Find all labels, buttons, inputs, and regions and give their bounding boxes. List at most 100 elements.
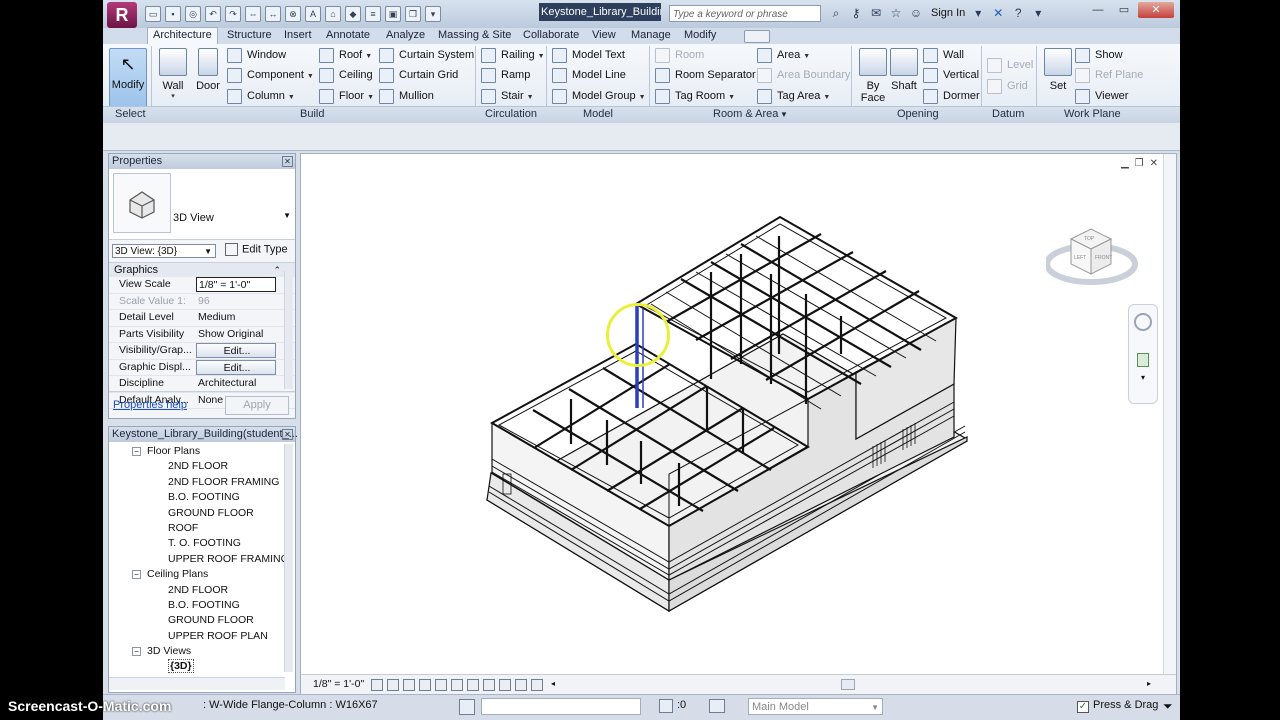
model-group-button[interactable]: Model Group ▼ — [552, 87, 646, 105]
browser-category[interactable]: −3D Views — [109, 644, 285, 659]
tab-structure[interactable]: Structure — [227, 28, 272, 44]
communication-icon[interactable]: ✉ — [869, 6, 883, 20]
grid-button[interactable]: Grid — [987, 77, 1028, 95]
chevron-down-icon[interactable]: ▼ — [780, 110, 788, 119]
browser-view-item[interactable]: {3D} — [109, 659, 285, 674]
ribbon-minimize-icon[interactable] — [744, 30, 770, 43]
tab-modify[interactable]: Modify — [684, 28, 716, 44]
favorites-icon[interactable]: ☆ — [889, 6, 903, 20]
collapse-toggle-icon[interactable]: − — [132, 569, 141, 579]
tag-area-button[interactable]: Tag Area ▼ — [757, 87, 830, 105]
chevron-down-icon[interactable]: ▼ — [283, 211, 291, 220]
close-icon[interactable]: ✕ — [282, 156, 293, 167]
save-icon[interactable]: ▪ — [165, 6, 181, 22]
tab-analyze[interactable]: Analyze — [386, 28, 425, 44]
browser-view-item[interactable]: UPPER ROOF PLAN — [109, 629, 285, 644]
ceiling-button[interactable]: Ceiling — [319, 66, 373, 84]
tab-manage[interactable]: Manage — [631, 28, 671, 44]
door-button[interactable]: Door — [189, 48, 227, 106]
worksets-icon[interactable] — [459, 699, 475, 715]
design-options-icon[interactable] — [709, 699, 725, 713]
collapse-toggle-icon[interactable]: − — [132, 446, 141, 456]
view-scale-label[interactable]: 1/8" = 1'-0" — [313, 678, 364, 690]
curtain-system-button[interactable]: Curtain System — [379, 46, 474, 64]
vertical-opening-button[interactable]: Vertical — [923, 66, 979, 84]
text-icon[interactable]: A — [305, 6, 321, 22]
temporary-hide-icon[interactable] — [483, 679, 495, 691]
browser-view-item[interactable]: 2ND FLOOR — [109, 583, 285, 598]
view-horizontal-scrollbar[interactable]: ◂ ▸ — [551, 679, 1151, 690]
component-button[interactable]: Component ▼ — [227, 66, 314, 84]
exchange-icon[interactable]: ✕ — [991, 6, 1005, 20]
dormer-button[interactable]: Dormer — [923, 87, 980, 105]
curtain-grid-button[interactable]: Curtain Grid — [379, 66, 458, 84]
properties-scrollbar[interactable] — [284, 271, 293, 389]
application-menu-button[interactable]: R — [107, 2, 137, 28]
sign-in-dropdown-icon[interactable]: ▾ — [971, 6, 985, 20]
type-selector[interactable]: 3D View ▼ — [109, 169, 295, 240]
user-icon[interactable]: ☺ — [909, 6, 923, 20]
model-text-button[interactable]: Model Text — [552, 46, 625, 64]
help-icon[interactable]: ? — [1011, 6, 1025, 20]
close-icon[interactable]: ✕ — [282, 429, 293, 440]
collapse-toggle-icon[interactable]: − — [132, 646, 141, 656]
select-panel-label[interactable]: Select — [115, 108, 146, 120]
column-button[interactable]: Column ▼ — [227, 87, 295, 105]
view-vertical-scrollbar[interactable] — [1163, 154, 1176, 674]
ramp-button[interactable]: Ramp — [481, 66, 530, 84]
tab-view[interactable]: View — [592, 28, 616, 44]
browser-scrollbar[interactable] — [284, 444, 293, 672]
room-button[interactable]: Room — [655, 46, 704, 64]
building-model[interactable] — [301, 154, 1176, 674]
browser-view-item[interactable]: UPPER ROOF FRAMING — [109, 552, 285, 567]
reveal-hidden-icon[interactable] — [499, 679, 511, 691]
sync-icon[interactable]: ◎ — [185, 6, 201, 22]
mullion-button[interactable]: Mullion — [379, 87, 434, 105]
view-instance-select[interactable]: 3D View: {3D} ▼ — [112, 244, 216, 258]
properties-help-link[interactable]: Properties help — [113, 399, 187, 411]
area-button[interactable]: Area ▼ — [757, 46, 810, 64]
binoculars-icon[interactable]: ⌕ — [829, 6, 843, 20]
stair-button[interactable]: Stair ▼ — [481, 87, 534, 105]
graphic-display-edit-button[interactable]: Edit... — [196, 359, 276, 375]
show-crop-icon[interactable] — [451, 679, 463, 691]
aligned-dimension-icon[interactable]: ↔ — [265, 6, 281, 22]
maximize-icon[interactable]: ▭ — [1112, 2, 1136, 18]
workset-field[interactable] — [481, 698, 641, 715]
sun-path-icon[interactable] — [403, 679, 415, 691]
tab-massing-site[interactable]: Massing & Site — [438, 28, 511, 44]
apply-button[interactable]: Apply — [225, 396, 289, 415]
help-dropdown-icon[interactable]: ▾ — [1031, 6, 1045, 20]
crop-view-icon[interactable] — [435, 679, 447, 691]
tab-annotate[interactable]: Annotate — [326, 28, 370, 44]
chevron-down-icon[interactable]: ▾ — [1129, 373, 1157, 382]
parts-visibility-field[interactable]: Show Original — [196, 327, 276, 342]
shadows-icon[interactable] — [419, 679, 431, 691]
browser-view-item[interactable]: ROOF — [109, 521, 285, 536]
browser-view-item[interactable]: 2ND FLOOR FRAMING — [109, 475, 285, 490]
show-work-plane-button[interactable]: Show — [1075, 46, 1123, 64]
zoom-icon[interactable] — [1137, 353, 1149, 367]
browser-view-item[interactable]: B.O. FOOTING — [109, 598, 285, 613]
set-work-plane-button[interactable]: Set — [1039, 48, 1077, 106]
3d-view-icon[interactable]: ⌂ — [325, 6, 341, 22]
browser-view-item[interactable]: GROUND FLOOR — [109, 506, 285, 521]
undo-icon[interactable]: ↶ — [205, 6, 221, 22]
close-icon[interactable]: ✕ — [1138, 2, 1174, 18]
browser-view-item[interactable]: B.O. FOOTING — [109, 490, 285, 505]
section-icon[interactable]: ◆ — [345, 6, 361, 22]
open-icon[interactable]: ▭ — [145, 6, 161, 22]
thin-lines-icon[interactable]: ≡ — [365, 6, 381, 22]
press-drag-toggle[interactable]: ✓ Press & Drag — [1077, 699, 1158, 713]
room-separator-button[interactable]: Room Separator — [655, 66, 756, 84]
minimize-icon[interactable]: — — [1086, 2, 1110, 18]
browser-category[interactable]: − Ceiling Plans — [109, 567, 285, 582]
lock-view-icon[interactable] — [467, 679, 479, 691]
3d-view-canvas[interactable]: ▁ ❐ ✕ TOP LEFT FRONT ▾ 1/8" = 1'-0" ◂ ▸ — [300, 153, 1177, 695]
scroll-thumb[interactable] — [841, 679, 855, 690]
subscription-icon[interactable]: ⚷ — [849, 6, 863, 20]
shaft-button[interactable]: Shaft — [885, 48, 923, 106]
visibility-graphics-edit-button[interactable]: Edit... — [196, 343, 276, 358]
wall-button[interactable]: Wall ▾ — [154, 48, 192, 106]
tab-collaborate[interactable]: Collaborate — [523, 28, 579, 44]
